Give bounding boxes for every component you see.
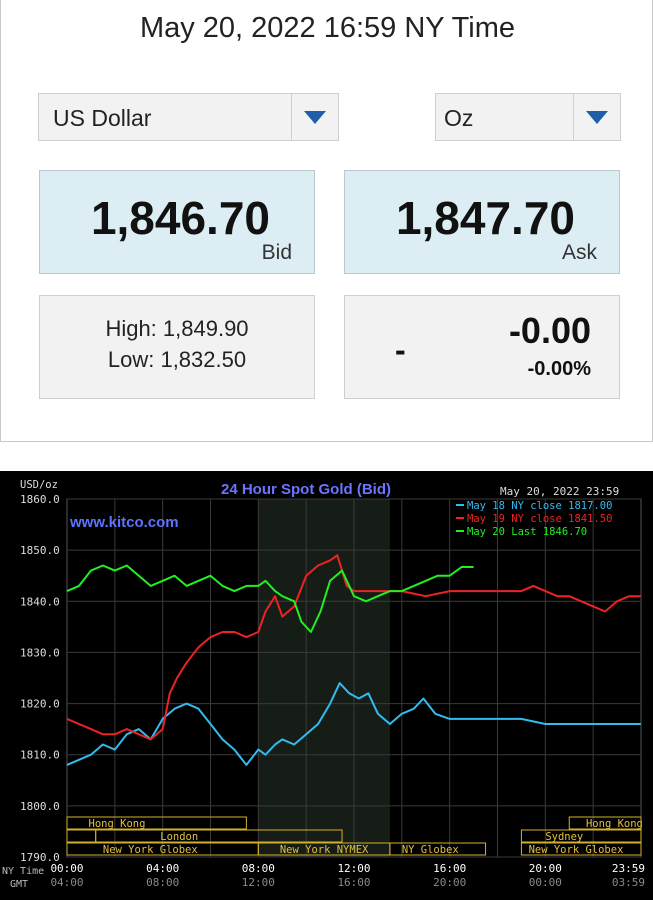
quote-panel: May 20, 2022 16:59 NY Time US Dollar Oz …	[0, 0, 653, 442]
session-label: London	[160, 831, 198, 843]
gold-price-chart: Hong Kong London New York Globex New York N…	[0, 471, 653, 900]
unit-select-value: Oz	[444, 105, 474, 131]
x-axis-row-label-gmt: GMT	[10, 879, 28, 890]
x-axis-row-label-ny: NY Time	[2, 866, 44, 877]
unit-dropdown-button[interactable]	[573, 94, 620, 140]
session-label: Sydney	[545, 831, 583, 843]
x-tick-label-ny: 23:59	[612, 862, 645, 875]
x-tick-label-gmt: 20:00	[433, 876, 466, 889]
session-label: Hong Kong	[89, 818, 146, 830]
ask-box: 1,847.70 Ask	[344, 170, 620, 274]
x-tick-label-gmt: 16:00	[337, 876, 370, 889]
x-tick-label-ny: 08:00	[242, 862, 275, 875]
y-tick-label: 1800.0	[20, 800, 60, 813]
ny-session-band	[258, 499, 390, 857]
ask-label: Ask	[561, 241, 597, 264]
x-tick-label-gmt: 04:00	[50, 876, 83, 889]
change-direction: -	[395, 332, 406, 368]
legend-entry: May 20 Last 1846.70	[467, 526, 587, 538]
y-tick-label: 1860.0	[20, 493, 60, 506]
y-tick-label: 1820.0	[20, 698, 60, 711]
y-tick-label: 1850.0	[20, 544, 60, 557]
x-tick-label-ny: 00:00	[50, 862, 83, 875]
change-percent: -0.00%	[527, 358, 591, 380]
session-label: NY Globex	[402, 844, 459, 856]
y-tick-label: 1840.0	[20, 595, 60, 608]
currency-select[interactable]: US Dollar	[38, 93, 339, 141]
x-tick-label-ny: 16:00	[433, 862, 466, 875]
currency-dropdown-button[interactable]	[291, 94, 338, 140]
change-box: - -0.00 -0.00%	[344, 295, 620, 399]
chevron-down-icon	[586, 110, 608, 124]
bid-box: 1,846.70 Bid	[39, 170, 315, 274]
session-label: Hong Kong	[586, 818, 643, 830]
chart-date: May 20, 2022 23:59	[500, 485, 619, 498]
y-tick-label: 1810.0	[20, 749, 60, 762]
ask-price: 1,847.70	[395, 192, 575, 244]
high-value: High: 1,849.90	[105, 316, 249, 341]
x-tick-label-gmt: 00:00	[529, 876, 562, 889]
session-label: New York Globex	[529, 844, 624, 856]
change-value: -0.00	[508, 310, 591, 351]
watermark: www.kitco.com	[69, 514, 179, 531]
low-value: Low: 1,832.50	[107, 347, 247, 372]
x-tick-label-ny: 04:00	[146, 862, 179, 875]
quote-timestamp: May 20, 2022 16:59 NY Time	[139, 12, 516, 44]
session-label: New York NYMEX	[280, 844, 369, 856]
range-box: High: 1,849.90 Low: 1,832.50	[39, 295, 315, 399]
unit-select[interactable]: Oz	[435, 93, 621, 141]
chart-title: 24 Hour Spot Gold (Bid)	[221, 481, 391, 498]
unit-label: USD/oz	[20, 479, 58, 491]
chevron-down-icon	[304, 110, 326, 124]
x-tick-label-gmt: 03:59	[612, 876, 645, 889]
bid-label: Bid	[261, 241, 292, 264]
x-tick-label-gmt: 08:00	[146, 876, 179, 889]
session-label: New York Globex	[103, 844, 198, 856]
legend-entry: May 18 NY close 1817.00	[467, 500, 612, 512]
y-tick-label: 1830.0	[20, 646, 60, 659]
session-bar	[66, 829, 97, 843]
x-tick-label-gmt: 12:00	[242, 876, 275, 889]
currency-select-value: US Dollar	[53, 105, 152, 131]
legend-entry: May 19 NY close 1841.50	[467, 513, 612, 525]
chart-canvas: Hong KongLondonNew York Globex New York N…	[2, 479, 645, 890]
x-tick-label-ny: 20:00	[529, 862, 562, 875]
x-tick-label-ny: 12:00	[337, 862, 370, 875]
bid-price: 1,846.70	[90, 192, 270, 244]
